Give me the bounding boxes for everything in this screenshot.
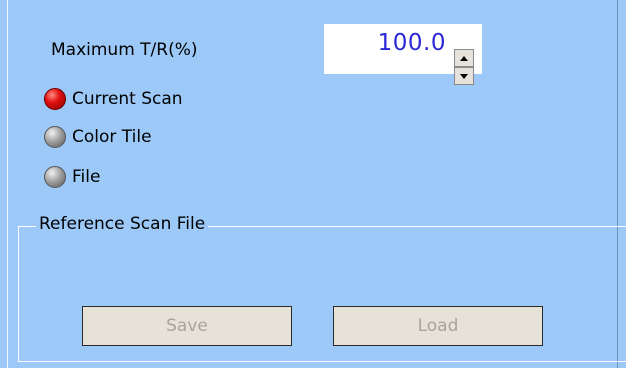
radio-current-scan[interactable]: Current Scan <box>44 86 183 112</box>
reference-scan-file-title: Reference Scan File <box>36 214 209 234</box>
scan-settings-panel: Maximum T/R(%) 100.0 Current Scan Color … <box>0 0 626 368</box>
load-button[interactable]: Load <box>333 306 543 346</box>
radio-label-current-scan: Current Scan <box>72 89 183 109</box>
panel-left-edge <box>7 0 8 368</box>
radio-color-tile[interactable]: Color Tile <box>44 124 152 150</box>
load-button-label: Load <box>417 316 459 336</box>
radio-unselected-icon[interactable] <box>44 126 66 148</box>
arrow-down-icon <box>460 73 468 79</box>
spin-down-button[interactable] <box>454 67 474 85</box>
radio-unselected-icon[interactable] <box>44 166 66 188</box>
maximum-tr-spinner[interactable]: 100.0 <box>324 24 482 85</box>
maximum-tr-value[interactable]: 100.0 <box>378 30 446 56</box>
save-button-label: Save <box>166 316 208 336</box>
radio-selected-icon[interactable] <box>44 88 66 110</box>
spin-up-button[interactable] <box>454 49 474 67</box>
radio-file[interactable]: File <box>44 164 100 190</box>
radio-label-file: File <box>72 167 101 187</box>
arrow-up-icon <box>460 55 468 61</box>
save-button[interactable]: Save <box>82 306 292 346</box>
radio-label-color-tile: Color Tile <box>72 127 152 147</box>
maximum-tr-label: Maximum T/R(%) <box>51 40 198 60</box>
